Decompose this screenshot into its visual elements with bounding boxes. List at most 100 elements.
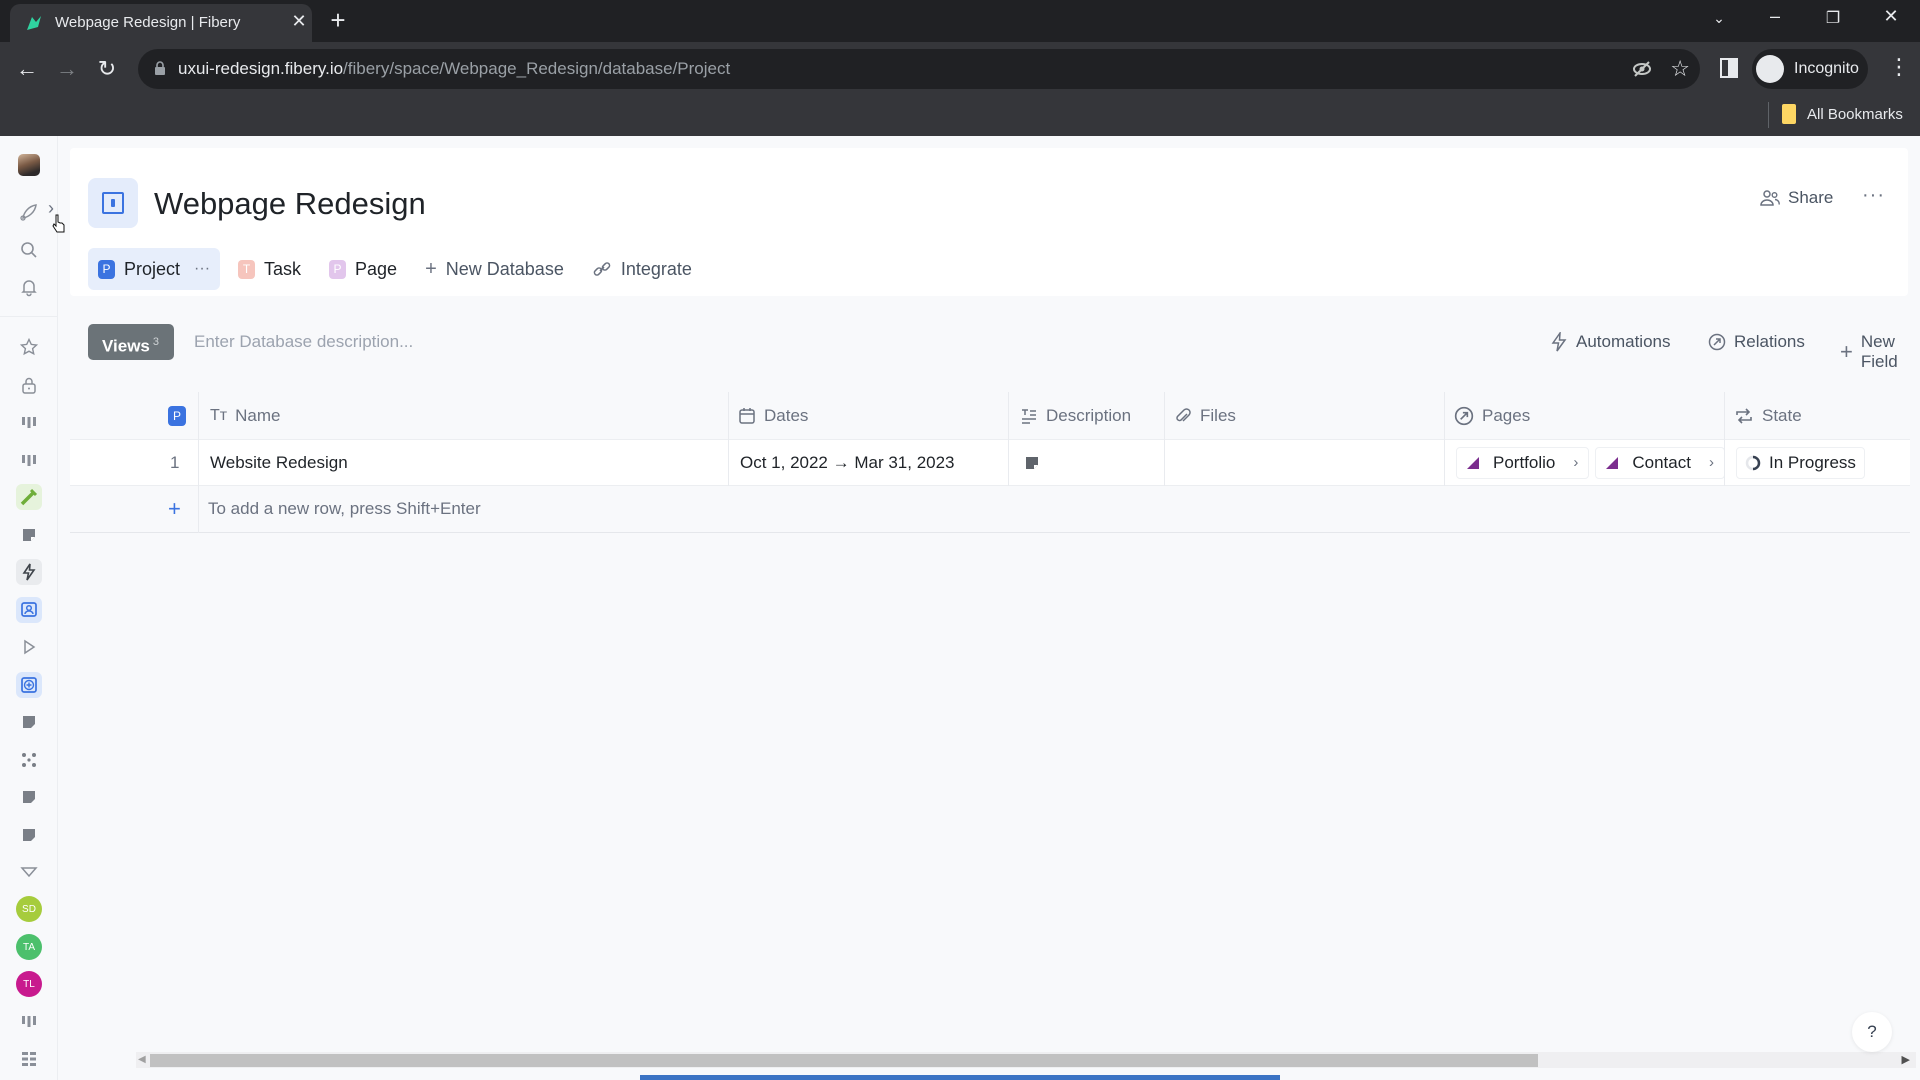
column-header-state[interactable]: State xyxy=(1734,392,1802,439)
cell-dates[interactable]: Oct 1, 2022 → Mar 31, 2023 xyxy=(740,440,955,485)
lightning-icon xyxy=(1551,332,1567,352)
sidebar-item-space-7[interactable] xyxy=(16,672,42,698)
all-bookmarks-link[interactable]: All Bookmarks xyxy=(1807,106,1903,123)
cell-name[interactable]: Website Redesign xyxy=(210,440,348,485)
forward-icon[interactable]: → xyxy=(52,54,82,84)
cell-description[interactable] xyxy=(1024,440,1040,485)
scroll-right-icon[interactable]: ▶ xyxy=(1902,1053,1910,1066)
views-button[interactable]: Views 3 xyxy=(88,324,174,360)
task-badge: T xyxy=(238,259,256,279)
avatar-ta[interactable]: TA xyxy=(16,934,42,960)
add-row[interactable]: + To add a new row, press Shift+Enter xyxy=(70,486,1910,533)
tab-task[interactable]: T Task xyxy=(228,248,311,290)
database-description-input[interactable]: Enter Database description... xyxy=(194,332,413,352)
relations-button[interactable]: Relations xyxy=(1708,332,1805,352)
new-field-button[interactable]: + New Field xyxy=(1840,332,1908,372)
incognito-icon xyxy=(1756,55,1784,83)
sidebar-item-space-3[interactable] xyxy=(16,484,42,510)
column-header-pages[interactable]: Pages xyxy=(1454,392,1530,439)
page-chip-portfolio[interactable]: Portfolio › xyxy=(1456,446,1590,479)
minimize-icon[interactable]: – xyxy=(1760,6,1790,27)
sidebar-item-space-11[interactable] xyxy=(16,822,42,848)
address-bar[interactable]: uxui-redesign.fibery.io/fibery/space/Web… xyxy=(138,49,1700,89)
share-label: Share xyxy=(1788,188,1834,207)
share-button[interactable]: Share xyxy=(1760,188,1833,208)
browser-tab[interactable]: Webpage Redesign | Fibery ✕ xyxy=(10,4,312,42)
table-row[interactable]: 1 Website Redesign Oct 1, 2022 → Mar 31,… xyxy=(70,439,1910,486)
relation-arrow-icon xyxy=(1708,333,1726,351)
star-icon xyxy=(19,337,39,356)
url-host: uxui-redesign.fibery.io xyxy=(178,59,344,78)
sidebar-item-search[interactable] xyxy=(16,237,42,263)
add-row-plus-icon[interactable]: + xyxy=(168,486,181,532)
new-database-button[interactable]: + New Database xyxy=(415,248,574,290)
scrollbar-thumb[interactable] xyxy=(150,1054,1538,1067)
sidebar-item-space-9[interactable] xyxy=(16,747,42,773)
user-avatar[interactable] xyxy=(18,154,40,176)
state-badge[interactable]: In Progress xyxy=(1736,446,1865,479)
tab-close-icon[interactable]: ✕ xyxy=(288,11,310,32)
close-window-icon[interactable]: ✕ xyxy=(1876,6,1906,27)
sidebar-item-space-2[interactable] xyxy=(16,447,42,473)
sidebar-item-space-12[interactable] xyxy=(16,859,42,885)
sidebar-item-space-13[interactable] xyxy=(16,1008,42,1034)
column-header-description[interactable]: Description xyxy=(1020,392,1131,439)
new-database-label: New Database xyxy=(445,258,564,279)
cell-pages[interactable]: Portfolio › Contact › xyxy=(1456,440,1731,485)
profile-button[interactable]: Incognito xyxy=(1752,49,1868,89)
profile-label: Incognito xyxy=(1794,60,1859,77)
left-sidebar: SD TA TL xyxy=(0,136,58,1080)
bell-icon xyxy=(21,280,37,297)
avatar-sd[interactable]: SD xyxy=(16,896,42,922)
views-label: Views xyxy=(102,336,150,356)
horizontal-scrollbar[interactable]: ◀ ▶ xyxy=(136,1052,1916,1068)
sidebar-item-favorites[interactable] xyxy=(16,334,42,360)
sidebar-item-space-10[interactable] xyxy=(16,784,42,810)
sidebar-item-space-1[interactable] xyxy=(16,409,42,435)
bookmark-star-icon[interactable]: ☆ xyxy=(1670,56,1690,82)
tab-search-icon[interactable]: ⌄ xyxy=(1704,10,1734,27)
page-chip-contact[interactable]: Contact › xyxy=(1595,446,1725,479)
help-button[interactable]: ? xyxy=(1852,1012,1892,1052)
sidebar-item-all-apps[interactable] xyxy=(16,1046,42,1072)
mouse-cursor-icon xyxy=(52,214,65,233)
tab-project[interactable]: P Project ··· xyxy=(88,248,221,290)
cell-state[interactable]: In Progress xyxy=(1736,440,1871,485)
cell-files[interactable] xyxy=(1174,440,1444,485)
tab-project-menu-icon[interactable]: ··· xyxy=(194,260,210,278)
tab-page[interactable]: P Page xyxy=(319,248,407,290)
sidebar-item-space-8[interactable] xyxy=(16,709,42,735)
column-header-name[interactable]: Tт Name xyxy=(210,392,280,439)
restore-icon[interactable]: ❐ xyxy=(1818,8,1848,28)
column-pages-label: Pages xyxy=(1482,405,1531,425)
side-panel-icon[interactable] xyxy=(1720,58,1738,78)
sidebar-item-getting-started[interactable] xyxy=(16,199,42,225)
column-divider xyxy=(728,392,729,486)
add-row-hint: To add a new row, press Shift+Enter xyxy=(208,499,481,518)
reload-icon[interactable]: ↻ xyxy=(92,54,122,84)
text-type-icon: Tт xyxy=(210,406,228,424)
integrate-button[interactable]: Integrate xyxy=(582,248,702,290)
automations-button[interactable]: Automations xyxy=(1550,332,1671,352)
avatar-tl[interactable]: TL xyxy=(16,971,42,997)
page-title[interactable]: Webpage Redesign xyxy=(154,186,426,222)
column-header-dates[interactable]: Dates xyxy=(738,392,808,439)
sidebar-item-space-4[interactable] xyxy=(16,522,42,548)
eye-off-icon[interactable] xyxy=(1632,59,1652,79)
board-icon xyxy=(22,417,36,428)
sidebar-item-space-5[interactable] xyxy=(16,597,42,623)
sidebar-item-space-6[interactable] xyxy=(16,634,42,660)
more-options-button[interactable]: ··· xyxy=(1862,184,1885,207)
new-tab-button[interactable]: + xyxy=(325,5,351,36)
automations-label: Automations xyxy=(1576,332,1671,351)
back-icon[interactable]: ← xyxy=(12,54,42,84)
column-divider xyxy=(198,392,199,533)
scroll-left-icon[interactable]: ◀ xyxy=(138,1054,146,1065)
new-field-label: New Field xyxy=(1860,332,1898,371)
database-icon[interactable] xyxy=(88,178,138,228)
column-header-files[interactable]: Files xyxy=(1174,392,1236,439)
kebab-menu-icon[interactable]: ⋮ xyxy=(1888,54,1910,80)
sidebar-item-private[interactable] xyxy=(16,372,42,398)
sidebar-item-notifications[interactable] xyxy=(16,274,42,300)
sidebar-item-automations[interactable] xyxy=(16,559,42,585)
